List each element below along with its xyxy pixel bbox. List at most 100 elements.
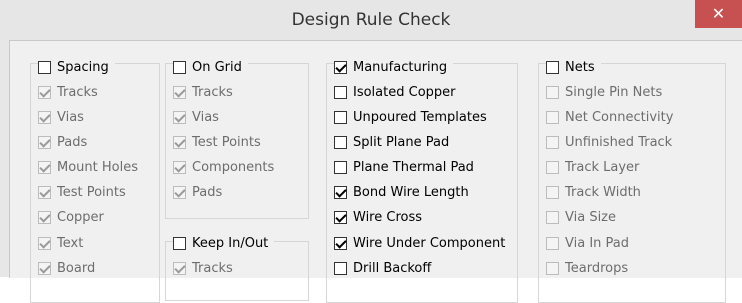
on-grid-check[interactable] xyxy=(173,60,186,74)
on-grid-item-label: Test Points xyxy=(192,134,261,150)
nets-item-check[interactable] xyxy=(546,185,559,199)
nets-item-check[interactable] xyxy=(546,160,559,174)
manufacturing-item-label: Drill Backoff xyxy=(353,260,432,276)
on-grid-item[interactable]: Test Points xyxy=(173,133,261,151)
spacing-item-check[interactable] xyxy=(38,160,51,174)
close-icon: ✕ xyxy=(711,4,726,23)
spacing-check[interactable] xyxy=(38,60,51,74)
nets-item-label: Via Size xyxy=(565,209,617,225)
nets-item-check[interactable] xyxy=(546,261,559,275)
manufacturing-checkbox[interactable]: Manufacturing xyxy=(334,58,454,76)
spacing-item-check[interactable] xyxy=(38,261,51,275)
spacing-item[interactable]: Copper xyxy=(38,208,104,226)
spacing-item-check[interactable] xyxy=(38,185,51,199)
nets-item-check[interactable] xyxy=(546,210,559,224)
manufacturing-item-check[interactable] xyxy=(334,135,347,149)
manufacturing-item-label: Split Plane Pad xyxy=(353,134,450,150)
nets-checkbox[interactable]: Nets xyxy=(546,58,601,76)
spacing-checkbox[interactable]: Spacing xyxy=(38,58,115,76)
nets-item-label: Track Width xyxy=(565,184,641,200)
manufacturing-item[interactable]: Bond Wire Length xyxy=(334,183,469,201)
on-grid-item[interactable]: Vias xyxy=(173,108,219,126)
manufacturing-item[interactable]: Isolated Copper xyxy=(334,83,456,101)
spacing-item-label: Pads xyxy=(57,134,88,150)
manufacturing-item-check[interactable] xyxy=(334,236,347,250)
nets-item-check[interactable] xyxy=(546,135,559,149)
spacing-item-check[interactable] xyxy=(38,236,51,250)
on-grid-item-label: Vias xyxy=(192,109,219,125)
keep-in-out-checkbox[interactable]: Keep In/Out xyxy=(173,234,275,252)
on-grid-item-check[interactable] xyxy=(173,135,186,149)
nets-item-label: Teardrops xyxy=(565,260,629,276)
manufacturing-item-check[interactable] xyxy=(334,85,347,99)
keep-in-out-item-check[interactable] xyxy=(173,261,186,275)
nets-item-check[interactable] xyxy=(546,236,559,250)
on-grid-item-check[interactable] xyxy=(173,85,186,99)
on-grid-item-label: Pads xyxy=(192,184,223,200)
on-grid-item-check[interactable] xyxy=(173,110,186,124)
nets-item[interactable]: Via In Pad xyxy=(546,234,629,252)
spacing-item[interactable]: Mount Holes xyxy=(38,158,138,176)
nets-item-check[interactable] xyxy=(546,110,559,124)
manufacturing-item[interactable]: Drill Backoff xyxy=(334,259,431,277)
nets-check[interactable] xyxy=(546,60,559,74)
on-grid-checkbox[interactable]: On Grid xyxy=(173,58,248,76)
manufacturing-item[interactable]: Wire Cross xyxy=(334,208,422,226)
dialog-title: Design Rule Check xyxy=(291,10,451,30)
spacing-item[interactable]: Tracks xyxy=(38,83,98,101)
manufacturing-item[interactable]: Split Plane Pad xyxy=(334,133,449,151)
on-grid-item[interactable]: Pads xyxy=(173,183,222,201)
manufacturing-item-check[interactable] xyxy=(334,261,347,275)
spacing-item-label: Mount Holes xyxy=(57,159,138,175)
manufacturing-label: Manufacturing xyxy=(353,59,448,75)
keep-in-out-check[interactable] xyxy=(173,236,186,250)
spacing-item[interactable]: Board xyxy=(38,259,95,277)
nets-item[interactable]: Unfinished Track xyxy=(546,133,672,151)
nets-item[interactable]: Single Pin Nets xyxy=(546,83,662,101)
drc-dialog: Design Rule Check ✕ Spacing Tracks Vias … xyxy=(0,0,742,303)
on-grid-item[interactable]: Components xyxy=(173,158,274,176)
manufacturing-item-label: Bond Wire Length xyxy=(353,184,469,200)
dialog-content: Spacing Tracks Vias Pads Mount Holes Tes… xyxy=(9,40,742,303)
spacing-item-check[interactable] xyxy=(38,135,51,149)
nets-item[interactable]: Teardrops xyxy=(546,259,628,277)
close-button[interactable]: ✕ xyxy=(695,0,742,28)
spacing-item[interactable]: Vias xyxy=(38,108,84,126)
manufacturing-item-label: Wire Under Component xyxy=(353,235,506,251)
spacing-item-check[interactable] xyxy=(38,210,51,224)
on-grid-item-label: Components xyxy=(192,159,275,175)
nets-item-label: Unfinished Track xyxy=(565,134,673,150)
spacing-item-label: Copper xyxy=(57,209,104,225)
nets-item[interactable]: Track Layer xyxy=(546,158,639,176)
keep-in-out-item[interactable]: Tracks xyxy=(173,259,233,277)
manufacturing-item-check[interactable] xyxy=(334,160,347,174)
spacing-item-label: Vias xyxy=(57,109,84,125)
spacing-item-label: Board xyxy=(57,260,96,276)
manufacturing-check[interactable] xyxy=(334,60,347,74)
spacing-label: Spacing xyxy=(57,59,109,75)
manufacturing-item-check[interactable] xyxy=(334,185,347,199)
spacing-item-check[interactable] xyxy=(38,110,51,124)
nets-item-label: Net Connectivity xyxy=(565,109,674,125)
spacing-item[interactable]: Pads xyxy=(38,133,87,151)
on-grid-item-check[interactable] xyxy=(173,160,186,174)
nets-item[interactable]: Net Connectivity xyxy=(546,108,673,126)
manufacturing-item-check[interactable] xyxy=(334,110,347,124)
spacing-item-check[interactable] xyxy=(38,85,51,99)
on-grid-item-check[interactable] xyxy=(173,185,186,199)
manufacturing-item-label: Wire Cross xyxy=(353,209,423,225)
nets-item-label: Single Pin Nets xyxy=(565,84,663,100)
nets-item[interactable]: Via Size xyxy=(546,208,616,226)
nets-label: Nets xyxy=(565,59,595,75)
nets-item-label: Via In Pad xyxy=(565,235,629,251)
on-grid-item[interactable]: Tracks xyxy=(173,83,233,101)
nets-item[interactable]: Track Width xyxy=(546,183,641,201)
title-bar[interactable]: Design Rule Check ✕ xyxy=(0,0,742,40)
nets-item-check[interactable] xyxy=(546,85,559,99)
manufacturing-item[interactable]: Wire Under Component xyxy=(334,234,505,252)
manufacturing-item[interactable]: Plane Thermal Pad xyxy=(334,158,474,176)
spacing-item[interactable]: Text xyxy=(38,234,83,252)
spacing-item[interactable]: Test Points xyxy=(38,183,126,201)
manufacturing-item[interactable]: Unpoured Templates xyxy=(334,108,487,126)
manufacturing-item-check[interactable] xyxy=(334,210,347,224)
